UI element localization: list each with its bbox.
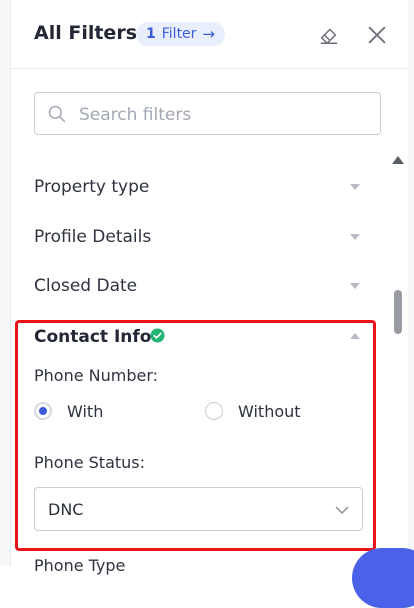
phone-status-label: Phone Status:: [34, 453, 146, 472]
chevron-down-icon: [350, 283, 360, 289]
section-label: Property type: [34, 177, 150, 197]
filter-count: 1: [146, 26, 156, 42]
page-title: All Filters: [34, 22, 137, 44]
section-label: Closed Date: [34, 276, 138, 296]
eraser-icon[interactable]: [318, 24, 340, 46]
section-closed-date[interactable]: Closed Date: [34, 271, 364, 301]
close-icon[interactable]: [366, 24, 388, 46]
scrollbar-thumb[interactable]: [394, 290, 402, 334]
search-input[interactable]: [77, 102, 371, 128]
section-label: Profile Details: [34, 227, 152, 247]
right-panel-edge: [408, 0, 414, 566]
radio-with-label[interactable]: With: [67, 402, 103, 421]
section-property-type[interactable]: Property type: [34, 172, 364, 202]
chevron-down-icon: [350, 234, 360, 240]
help-chat-button[interactable]: [352, 548, 414, 608]
chevron-up-icon[interactable]: [350, 333, 360, 339]
check-circle-icon: [150, 328, 165, 343]
phone-status-select[interactable]: DNC: [34, 487, 363, 531]
phone-status-value: DNC: [48, 500, 84, 519]
chevron-down-icon: [335, 506, 349, 515]
search-icon: [48, 105, 66, 123]
arrow-right-icon: →: [202, 25, 215, 43]
filter-badge-label: Filter: [161, 26, 197, 42]
chevron-down-icon: [350, 184, 360, 190]
radio-without-label[interactable]: Without: [238, 402, 301, 421]
filters-header: All Filters 1 Filter →: [10, 0, 408, 69]
scroll-up-arrow-icon[interactable]: [392, 156, 404, 164]
section-contact-info[interactable]: Contact Info: [34, 325, 151, 349]
radio-without[interactable]: [205, 402, 223, 420]
left-panel-edge: [0, 0, 11, 566]
section-profile-details[interactable]: Profile Details: [34, 222, 364, 252]
phone-number-label: Phone Number:: [34, 366, 159, 385]
active-filter-badge[interactable]: 1 Filter →: [136, 22, 225, 46]
radio-with[interactable]: [34, 402, 52, 420]
search-box: [34, 92, 381, 135]
